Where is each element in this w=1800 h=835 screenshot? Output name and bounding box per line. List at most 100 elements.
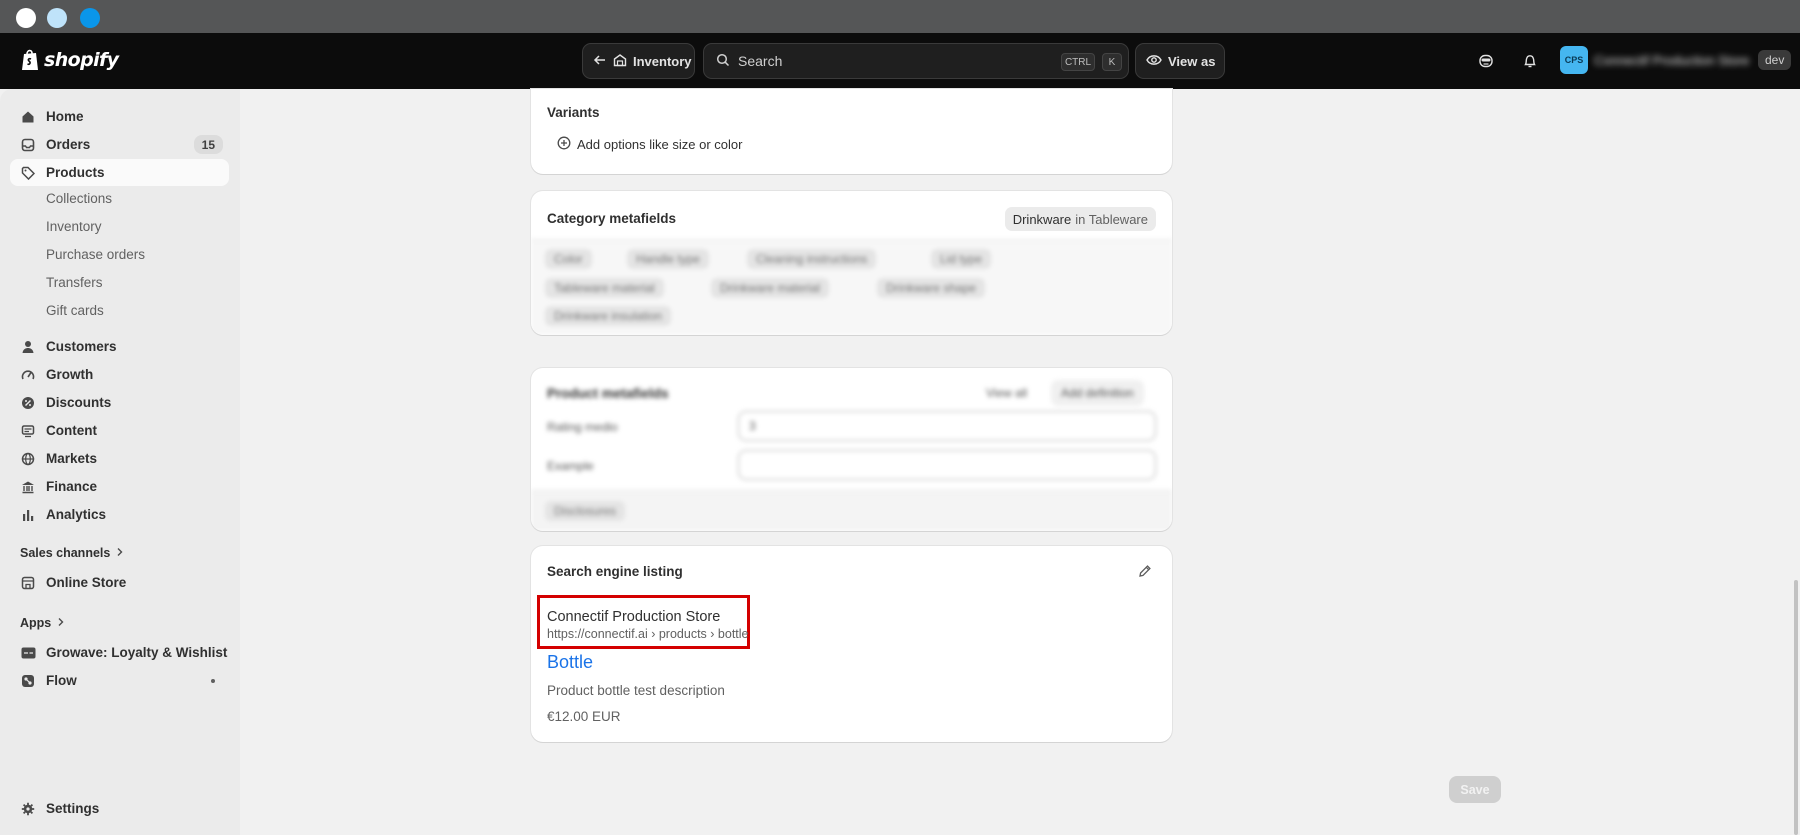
sidebar-subitem-inventory[interactable]: Inventory [46, 219, 102, 234]
sidebar-subitem-purchase-orders[interactable]: Purchase orders [46, 247, 145, 262]
orders-count-badge: 15 [193, 135, 223, 154]
seo-preview-store-name: Connectif Production Store [547, 609, 721, 625]
apps-header[interactable]: Apps [20, 616, 65, 630]
chevron-right-icon [116, 546, 124, 560]
sidebar-item-home[interactable]: Home [10, 103, 229, 130]
variants-title: Variants [547, 105, 600, 120]
product-metafields-content: Product metafields View all Add definiti… [531, 368, 1172, 531]
metafield-chip[interactable]: Handle type [627, 249, 710, 269]
sidebar-item-label: Customers [46, 339, 117, 354]
sidebar-item-growave[interactable]: Growave: Loyalty & Wishlist [10, 639, 229, 666]
window-minimize-button[interactable] [47, 8, 67, 28]
metafield-chip[interactable]: Drinkware shape [877, 278, 986, 298]
shortcut-key-ctrl: CTRL [1061, 53, 1095, 71]
search-bar[interactable]: Search CTRL K [703, 43, 1129, 79]
sidebar-item-finance[interactable]: Finance [10, 473, 229, 500]
search-icon [716, 53, 730, 70]
apps-label: Apps [20, 616, 52, 630]
sidebar-item-analytics[interactable]: Analytics [10, 501, 229, 528]
pencil-icon[interactable] [1136, 562, 1154, 580]
sidebar-item-online-store[interactable]: Online Store [10, 569, 229, 596]
category-metafields-title: Category metafields [547, 211, 677, 226]
seo-preview-url: https://connectif.ai › products › bottle [547, 627, 749, 641]
seo-title-heading: Search engine listing [547, 564, 683, 579]
search-engine-listing-card: Search engine listing Connectif Producti… [531, 546, 1172, 742]
discount-icon [20, 395, 36, 411]
sidebar-item-discounts[interactable]: Discounts [10, 389, 229, 416]
sidebar-item-label: Discounts [46, 395, 112, 410]
category-metafield-chips: Color Handle type Cleaning instructions … [531, 239, 1172, 335]
gauge-icon [20, 367, 36, 383]
page-scrollbar[interactable] [1794, 580, 1798, 835]
view-all-link[interactable]: View all [986, 386, 1027, 400]
seo-preview-price: €12.00 EUR [547, 709, 621, 724]
bank-icon [20, 479, 36, 495]
sidekick-icon[interactable] [1474, 49, 1498, 73]
sidebar-item-content[interactable]: Content [10, 417, 229, 444]
metafield-chip[interactable]: Cleaning instructions [747, 249, 877, 269]
seo-preview-description: Product bottle test description [547, 683, 725, 698]
top-bar: shopify Inventory Search CTRL K View as … [0, 33, 1800, 89]
storefront-icon [20, 575, 36, 591]
metafield-chip[interactable]: Color [545, 249, 592, 269]
eye-icon [1146, 54, 1162, 69]
sidebar-item-flow[interactable]: Flow [10, 667, 229, 694]
sidebar-subitem-collections[interactable]: Collections [46, 191, 112, 206]
home-icon [20, 109, 36, 125]
window-maximize-button[interactable] [80, 8, 100, 28]
metafield-label: Example [547, 459, 594, 473]
plus-circle-icon [557, 136, 571, 153]
sales-channels-header[interactable]: Sales channels [20, 546, 124, 560]
sidebar-item-label: Flow [46, 673, 77, 688]
gear-icon [20, 801, 36, 817]
bell-icon[interactable] [1518, 49, 1542, 73]
metafield-label: Rating medio [547, 420, 618, 434]
metafield-input[interactable]: 3 [738, 411, 1156, 441]
sidebar-item-growth[interactable]: Growth [10, 361, 229, 388]
sidebar-item-settings[interactable]: Settings [10, 795, 229, 822]
sidebar-item-label: Settings [46, 801, 100, 816]
sidebar-item-label: Growth [46, 367, 94, 382]
store-avatar: CPS [1560, 46, 1588, 74]
sidebar-item-label: Finance [46, 479, 98, 494]
save-button[interactable]: Save [1449, 776, 1501, 803]
category-badge[interactable]: Drinkware in Tableware [1004, 207, 1156, 231]
sidebar-item-label: Products [46, 165, 105, 180]
metafield-chip[interactable]: Drinkware material [711, 278, 830, 298]
arrow-left-icon [593, 53, 607, 70]
product-metafields-card: Product metafields View all Add definiti… [531, 368, 1172, 531]
view-as-label: View as [1168, 53, 1216, 69]
sidebar-item-label: Analytics [46, 507, 107, 522]
sidebar-item-orders[interactable]: Orders 15 [10, 131, 229, 158]
metafield-chip[interactable]: Tableware material [545, 278, 664, 298]
shopify-bag-icon [22, 49, 38, 70]
metafield-input[interactable] [738, 450, 1156, 480]
sidebar-item-customers[interactable]: Customers [10, 333, 229, 360]
add-options-label: Add options like size or color [577, 137, 743, 152]
store-menu[interactable]: CPS Connectif Production Store dev [1560, 46, 1792, 74]
shopify-logo[interactable]: shopify [20, 48, 119, 72]
globe-icon [20, 451, 36, 467]
store-name: Connectif Production Store [1594, 52, 1750, 68]
metafield-chip[interactable]: Drinkware insulation [545, 306, 672, 326]
category-metafields-card: Category metafields Drinkware in Tablewa… [531, 191, 1172, 335]
shortcut-key-k: K [1102, 53, 1122, 71]
sidebar-item-products[interactable]: Products [10, 159, 229, 186]
back-to-inventory-button[interactable]: Inventory [582, 43, 695, 79]
view-as-button[interactable]: View as [1135, 43, 1225, 79]
window-close-button[interactable] [16, 8, 36, 28]
sidebar: Home Orders 15 Products Collections Inve… [0, 89, 240, 835]
add-definition-button[interactable]: Add definition [1051, 380, 1144, 406]
metafield-chip[interactable]: Lid type [931, 249, 992, 269]
add-options-button[interactable]: Add options like size or color [557, 136, 742, 153]
os-title-bar [0, 0, 1800, 33]
sidebar-item-markets[interactable]: Markets [10, 445, 229, 472]
category-name: Drinkware [1012, 211, 1072, 227]
category-parent: in Tableware [1075, 211, 1148, 227]
sidebar-item-label: Markets [46, 451, 98, 466]
sidebar-subitem-gift-cards[interactable]: Gift cards [46, 303, 104, 318]
sidebar-subitem-transfers[interactable]: Transfers [46, 275, 103, 290]
metafield-chip[interactable]: Disclosures [545, 501, 626, 521]
back-label: Inventory [633, 53, 692, 69]
inbox-icon [20, 137, 36, 153]
